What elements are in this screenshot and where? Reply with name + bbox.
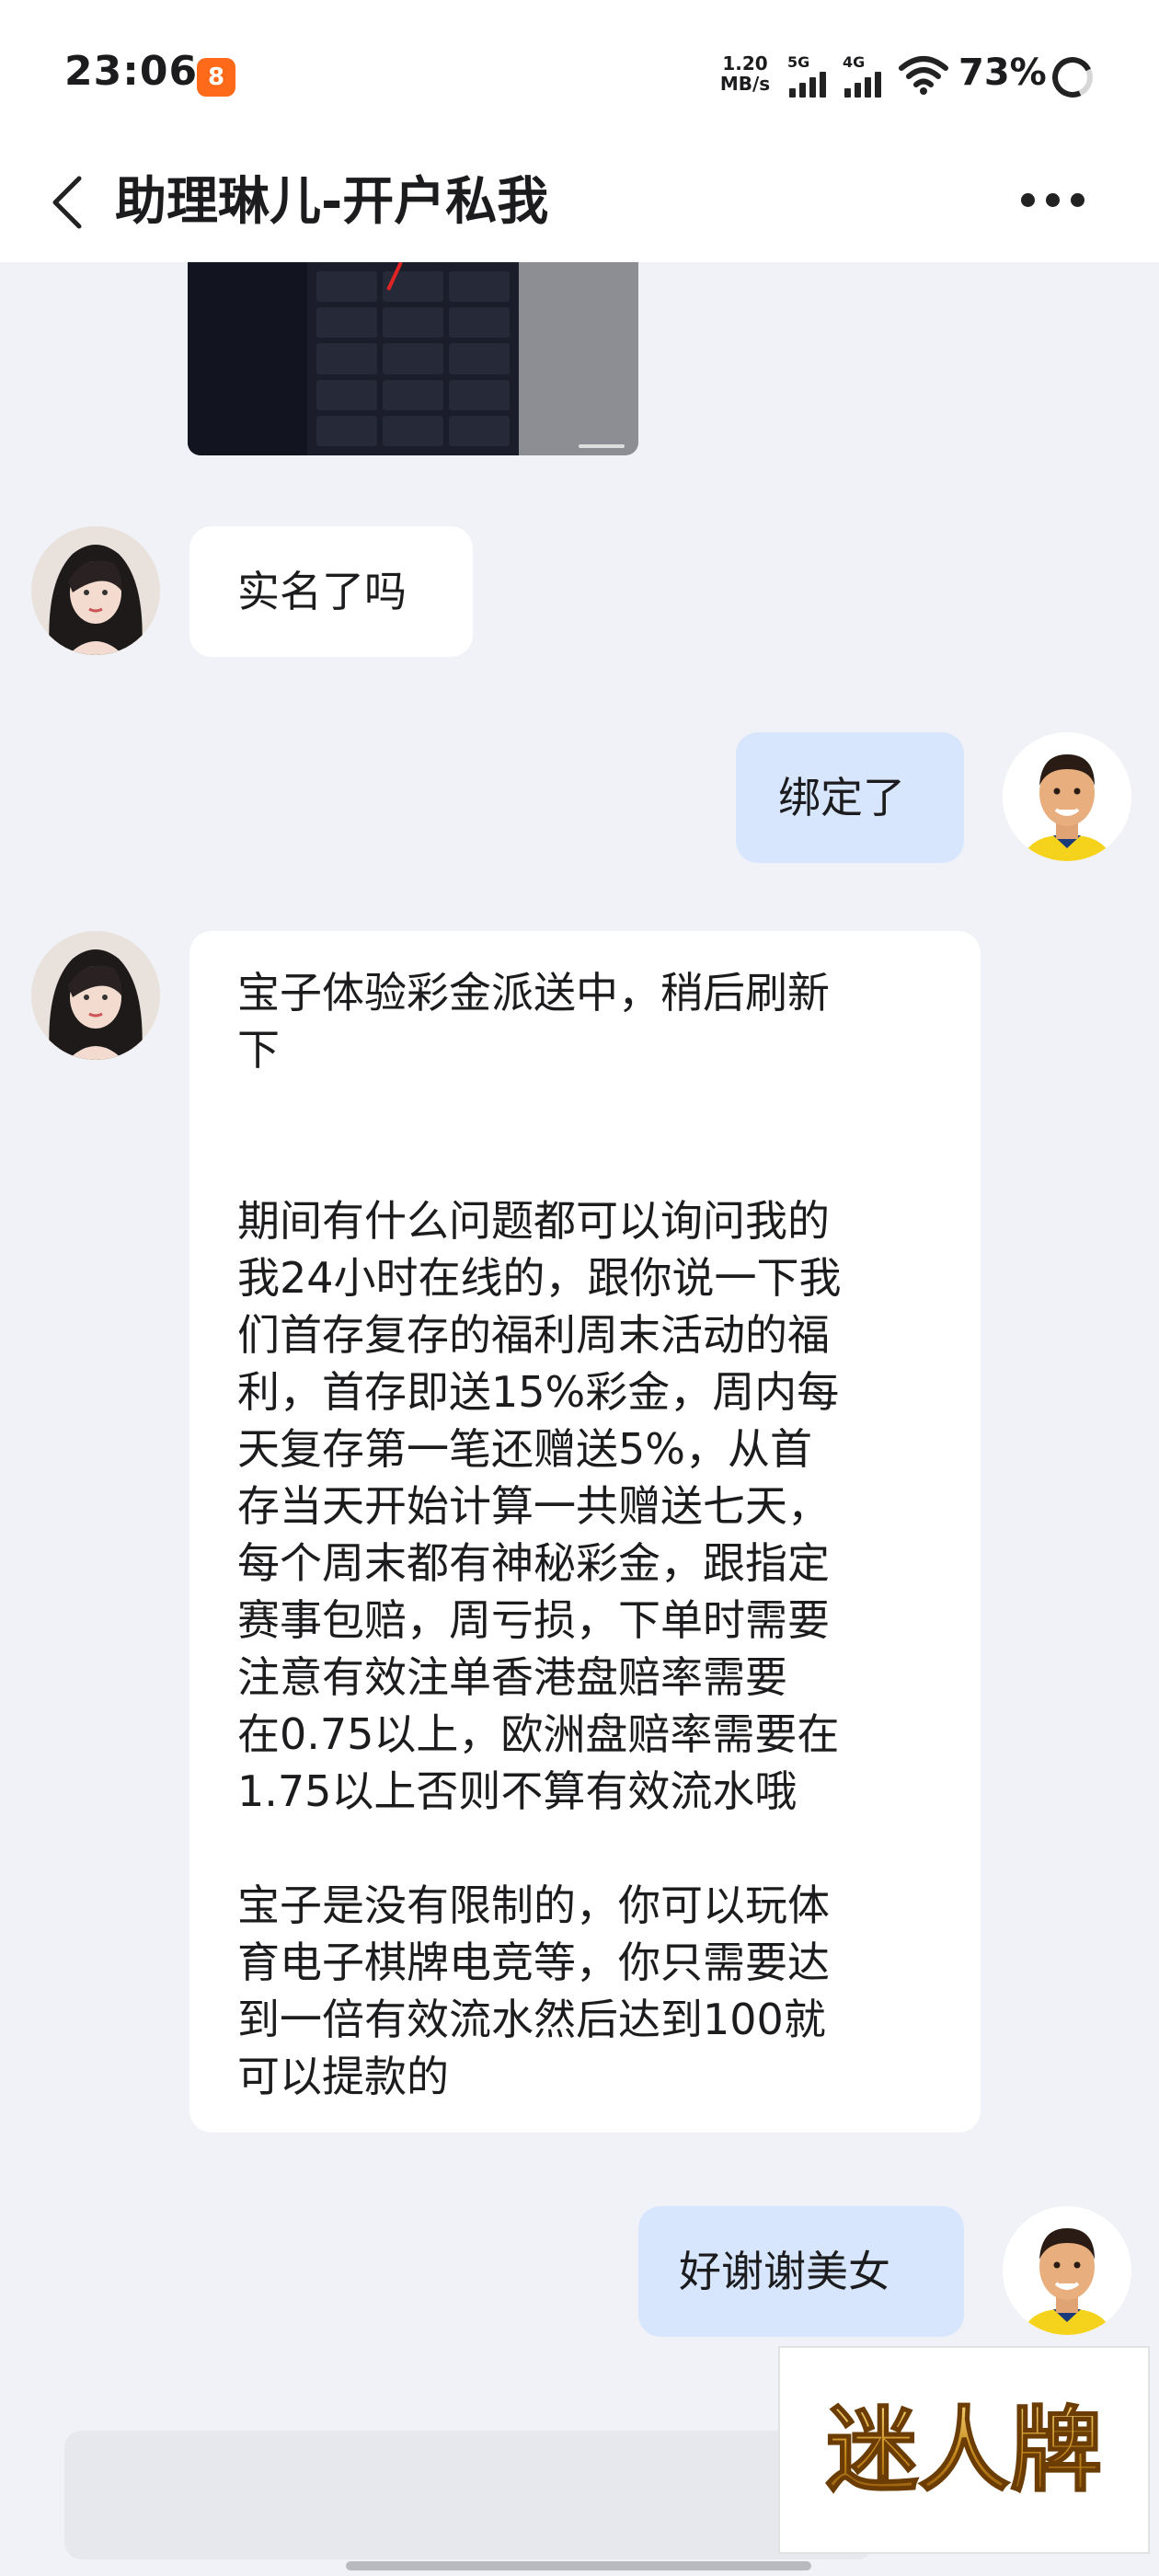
battery-icon: [1046, 51, 1099, 104]
message-bubble-outgoing[interactable]: 绑定了: [736, 732, 964, 863]
wifi-icon: [899, 56, 948, 95]
message-bubble-incoming[interactable]: 实名了吗: [189, 526, 473, 657]
top-bar: 23:06 8 1.20 MB/s 5G 4G 73% 助理琳儿-开户私我: [0, 0, 1159, 262]
my-avatar[interactable]: [1003, 732, 1131, 861]
contact-avatar[interactable]: [31, 526, 160, 655]
watermark-text: 迷人牌: [826, 2397, 1102, 2504]
contact-avatar[interactable]: [31, 931, 160, 1060]
message-text: 绑定了: [778, 773, 905, 822]
status-bar: 23:06 8 1.20 MB/s 5G 4G 73%: [0, 0, 1159, 147]
back-arrow-icon[interactable]: [48, 175, 88, 230]
network-speed-value: 1.20: [722, 52, 768, 75]
message-text: 好谢谢美女: [679, 2247, 890, 2296]
message-bubble-outgoing[interactable]: 好谢谢美女: [638, 2206, 964, 2337]
signal-sim1-icon: 5G: [787, 53, 830, 98]
sim1-label: 5G: [787, 53, 810, 71]
message-text: 宝子体验彩金派送中，稍后刷新 下 期间有什么问题都可以询问我的 我24小时在线的…: [237, 968, 842, 2101]
message-bubble-incoming[interactable]: 宝子体验彩金派送中，稍后刷新 下 期间有什么问题都可以询问我的 我24小时在线的…: [189, 931, 981, 2133]
more-options-icon[interactable]: [1021, 193, 1095, 212]
image-message[interactable]: [188, 262, 638, 455]
chat-title: 助理琳儿-开户私我: [115, 172, 549, 232]
watermark-logo: 迷人牌: [778, 2346, 1150, 2554]
sim2-label: 4G: [843, 53, 866, 71]
my-avatar[interactable]: [1003, 2206, 1131, 2335]
message-input[interactable]: [64, 2431, 874, 2559]
network-speed-unit: MB/s: [719, 73, 771, 95]
home-indicator[interactable]: [346, 2561, 811, 2570]
battery-percent: 73%: [958, 52, 1047, 94]
status-time: 23:06: [64, 48, 199, 95]
message-text: 实名了吗: [237, 567, 407, 616]
watermark-logo-image: 迷人牌: [825, 2396, 1103, 2505]
chat-header: 助理琳儿-开户私我: [0, 147, 1159, 262]
signal-sim2-icon: 4G: [843, 53, 885, 98]
network-speed: 1.20 MB/s: [717, 53, 773, 94]
app-notification-icon: 8: [197, 58, 235, 97]
